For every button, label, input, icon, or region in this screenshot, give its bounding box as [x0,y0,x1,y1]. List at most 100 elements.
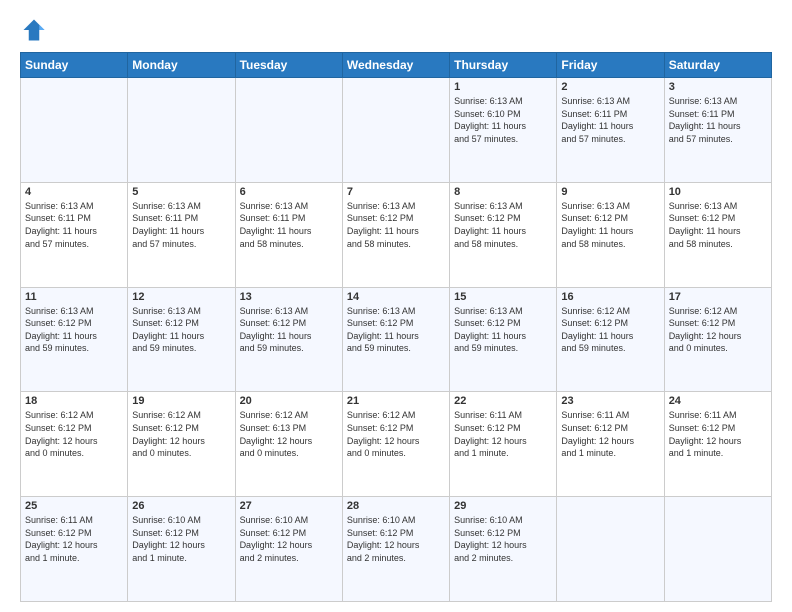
day-number: 17 [669,291,767,303]
day-info: Sunrise: 6:11 AM Sunset: 6:12 PM Dayligh… [454,409,552,459]
calendar-cell: 4 Sunrise: 6:13 AM Sunset: 6:11 PM Daylig… [21,182,128,287]
calendar-cell: 5 Sunrise: 6:13 AM Sunset: 6:11 PM Daylig… [128,182,235,287]
day-info: Sunrise: 6:13 AM Sunset: 6:12 PM Dayligh… [347,200,445,250]
calendar-week-row: 18 Sunrise: 6:12 AM Sunset: 6:12 PM Dayli… [21,392,772,497]
day-info: Sunrise: 6:13 AM Sunset: 6:12 PM Dayligh… [454,200,552,250]
calendar-week-row: 4 Sunrise: 6:13 AM Sunset: 6:11 PM Daylig… [21,182,772,287]
logo-icon [20,16,48,44]
day-number: 29 [454,500,552,512]
day-number: 25 [25,500,123,512]
page: SundayMondayTuesdayWednesdayThursdayFrid… [0,0,792,612]
day-info: Sunrise: 6:11 AM Sunset: 6:12 PM Dayligh… [669,409,767,459]
day-info: Sunrise: 6:13 AM Sunset: 6:12 PM Dayligh… [454,305,552,355]
day-info: Sunrise: 6:13 AM Sunset: 6:11 PM Dayligh… [240,200,338,250]
logo [20,16,52,44]
day-info: Sunrise: 6:12 AM Sunset: 6:12 PM Dayligh… [347,409,445,459]
calendar-week-row: 25Sunrise: 6:11 AM Sunset: 6:12 PM Dayli… [21,497,772,602]
calendar-cell: 19Sunrise: 6:12 AM Sunset: 6:12 PM Dayli… [128,392,235,497]
day-number: 9 [561,186,659,198]
day-number: 28 [347,500,445,512]
day-info: Sunrise: 6:13 AM Sunset: 6:12 PM Dayligh… [669,200,767,250]
day-number: 21 [347,395,445,407]
calendar-cell: 20 Sunrise: 6:12 AM Sunset: 6:13 PM Dayli… [235,392,342,497]
day-number: 20 [240,395,338,407]
calendar-cell [557,497,664,602]
day-info: Sunrise: 6:13 AM Sunset: 6:12 PM Dayligh… [347,305,445,355]
day-number: 15 [454,291,552,303]
day-info: Sunrise: 6:12 AM Sunset: 6:12 PM Dayligh… [25,409,123,459]
day-number: 23 [561,395,659,407]
calendar-table: SundayMondayTuesdayWednesdayThursdayFrid… [20,52,772,602]
day-number: 13 [240,291,338,303]
day-number: 18 [25,395,123,407]
day-number: 24 [669,395,767,407]
day-info: Sunrise: 6:12 AM Sunset: 6:12 PM Dayligh… [669,305,767,355]
day-info: Sunrise: 6:11 AM Sunset: 6:12 PM Dayligh… [561,409,659,459]
calendar-cell [235,78,342,183]
header [20,16,772,44]
weekday-header: Friday [557,53,664,78]
calendar-cell [21,78,128,183]
day-info: Sunrise: 6:10 AM Sunset: 6:12 PM Dayligh… [132,514,230,564]
weekday-header: Sunday [21,53,128,78]
day-number: 4 [25,186,123,198]
day-number: 22 [454,395,552,407]
day-number: 5 [132,186,230,198]
calendar-cell: 6 Sunrise: 6:13 AM Sunset: 6:11 PM Daylig… [235,182,342,287]
calendar-cell: 17 Sunrise: 6:12 AM Sunset: 6:12 PM Dayli… [664,287,771,392]
calendar-cell: 2Sunrise: 6:13 AM Sunset: 6:11 PM Daylig… [557,78,664,183]
calendar-cell: 9 Sunrise: 6:13 AM Sunset: 6:12 PM Daylig… [557,182,664,287]
weekday-header: Saturday [664,53,771,78]
day-number: 3 [669,81,767,93]
calendar-cell: 3 Sunrise: 6:13 AM Sunset: 6:11 PM Daylig… [664,78,771,183]
day-info: Sunrise: 6:10 AM Sunset: 6:12 PM Dayligh… [240,514,338,564]
calendar-cell: 8 Sunrise: 6:13 AM Sunset: 6:12 PM Daylig… [450,182,557,287]
day-info: Sunrise: 6:13 AM Sunset: 6:12 PM Dayligh… [240,305,338,355]
weekday-header: Tuesday [235,53,342,78]
weekday-header: Thursday [450,53,557,78]
calendar-cell: 29 Sunrise: 6:10 AM Sunset: 6:12 PM Dayli… [450,497,557,602]
calendar-cell: 13 Sunrise: 6:13 AM Sunset: 6:12 PM Dayli… [235,287,342,392]
day-number: 12 [132,291,230,303]
calendar-cell: 7 Sunrise: 6:13 AM Sunset: 6:12 PM Daylig… [342,182,449,287]
calendar-week-row: 1 Sunrise: 6:13 AM Sunset: 6:10 PM Daylig… [21,78,772,183]
calendar-cell: 14 Sunrise: 6:13 AM Sunset: 6:12 PM Dayli… [342,287,449,392]
calendar-cell: 28 Sunrise: 6:10 AM Sunset: 6:12 PM Dayli… [342,497,449,602]
day-number: 14 [347,291,445,303]
calendar-body: 1 Sunrise: 6:13 AM Sunset: 6:10 PM Daylig… [21,78,772,602]
calendar-cell [342,78,449,183]
day-info: Sunrise: 6:13 AM Sunset: 6:11 PM Dayligh… [25,200,123,250]
calendar-cell: 16Sunrise: 6:12 AM Sunset: 6:12 PM Dayli… [557,287,664,392]
day-info: Sunrise: 6:10 AM Sunset: 6:12 PM Dayligh… [454,514,552,564]
calendar-cell [128,78,235,183]
day-info: Sunrise: 6:13 AM Sunset: 6:12 PM Dayligh… [561,200,659,250]
day-info: Sunrise: 6:13 AM Sunset: 6:11 PM Dayligh… [561,95,659,145]
day-info: Sunrise: 6:13 AM Sunset: 6:11 PM Dayligh… [132,200,230,250]
day-number: 26 [132,500,230,512]
day-number: 6 [240,186,338,198]
calendar-cell: 27 Sunrise: 6:10 AM Sunset: 6:12 PM Dayli… [235,497,342,602]
day-info: Sunrise: 6:12 AM Sunset: 6:12 PM Dayligh… [561,305,659,355]
calendar-cell [664,497,771,602]
calendar-cell: 23 Sunrise: 6:11 AM Sunset: 6:12 PM Dayli… [557,392,664,497]
weekday-header: Wednesday [342,53,449,78]
day-number: 11 [25,291,123,303]
day-info: Sunrise: 6:12 AM Sunset: 6:13 PM Dayligh… [240,409,338,459]
day-info: Sunrise: 6:13 AM Sunset: 6:11 PM Dayligh… [669,95,767,145]
day-info: Sunrise: 6:13 AM Sunset: 6:10 PM Dayligh… [454,95,552,145]
day-number: 8 [454,186,552,198]
calendar-cell: 24 Sunrise: 6:11 AM Sunset: 6:12 PM Dayli… [664,392,771,497]
day-number: 1 [454,81,552,93]
calendar-cell: 12 Sunrise: 6:13 AM Sunset: 6:12 PM Dayli… [128,287,235,392]
calendar-week-row: 11 Sunrise: 6:13 AM Sunset: 6:12 PM Dayli… [21,287,772,392]
day-number: 19 [132,395,230,407]
day-info: Sunrise: 6:13 AM Sunset: 6:12 PM Dayligh… [132,305,230,355]
day-number: 7 [347,186,445,198]
day-info: Sunrise: 6:10 AM Sunset: 6:12 PM Dayligh… [347,514,445,564]
calendar-cell: 21 Sunrise: 6:12 AM Sunset: 6:12 PM Dayli… [342,392,449,497]
calendar-cell: 11Sunrise: 6:13 AM Sunset: 6:12 PM Dayli… [21,287,128,392]
calendar-cell: 1 Sunrise: 6:13 AM Sunset: 6:10 PM Daylig… [450,78,557,183]
day-number: 27 [240,500,338,512]
weekday-header: Monday [128,53,235,78]
calendar-cell: 15 Sunrise: 6:13 AM Sunset: 6:12 PM Dayli… [450,287,557,392]
